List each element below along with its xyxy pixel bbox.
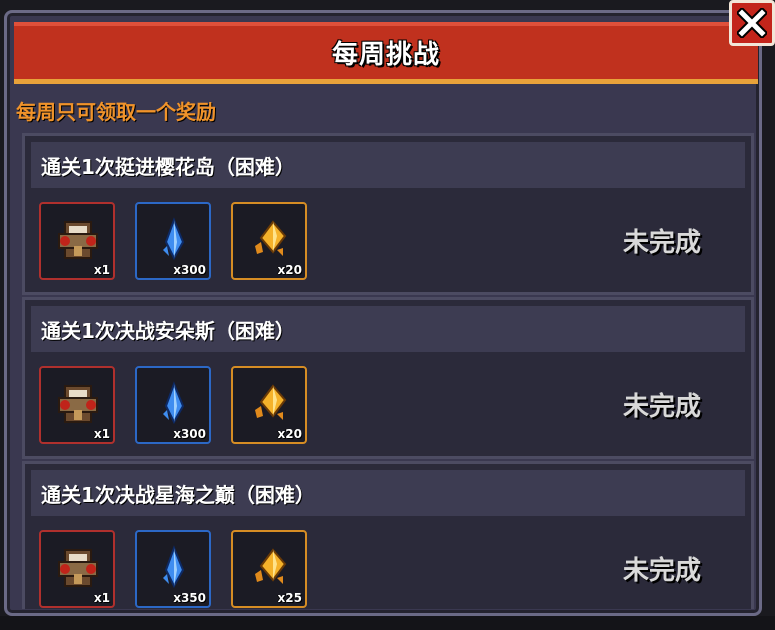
reward-slot[interactable]: x300 (135, 366, 211, 444)
status-label: 未完成 (622, 228, 701, 258)
reward-qty: x350 (173, 591, 206, 605)
reward-qty: x1 (93, 591, 110, 605)
notice-text: 每周只可领取一个奖励 (16, 100, 216, 124)
status-label: 未完成 (622, 556, 701, 586)
gold-crystal-icon (255, 384, 287, 420)
challenge-list[interactable]: 通关1次挺进樱花岛（困难） x1 x300 x20 未完成 通关1次决战安朵斯（… (22, 133, 754, 609)
dialog-title: 每周挑战 (331, 40, 440, 70)
reward-slot[interactable]: x300 (135, 202, 211, 280)
blue-gem-icon (163, 217, 185, 261)
status-label: 未完成 (622, 392, 701, 422)
close-button[interactable] (729, 0, 775, 46)
material-chest-icon (58, 549, 98, 587)
challenge-title: 通关1次挺进樱花岛（困难） (31, 142, 745, 188)
material-chest-icon (58, 385, 98, 423)
challenge-title: 通关1次决战安朵斯（困难） (31, 306, 745, 352)
reward-slot[interactable]: x20 (231, 366, 307, 444)
title-bar: 每周挑战 (14, 22, 758, 84)
reward-slot[interactable]: x1 (39, 366, 115, 444)
blue-gem-icon (163, 545, 185, 589)
reward-qty: x1 (93, 263, 110, 277)
reward-slot[interactable]: x20 (231, 202, 307, 280)
reward-qty: x20 (277, 427, 302, 441)
material-chest-icon (58, 221, 98, 259)
reward-slot[interactable]: x25 (231, 530, 307, 608)
reward-qty: x25 (277, 591, 302, 605)
reward-slot[interactable]: x350 (135, 530, 211, 608)
background-strip (0, 616, 775, 630)
reward-qty: x300 (173, 263, 206, 277)
reward-slot[interactable]: x1 (39, 202, 115, 280)
challenge-card: 通关1次决战安朵斯（困难） x1 x300 x20 未完成 (22, 297, 754, 459)
challenge-title: 通关1次决战星海之巅（困难） (31, 470, 745, 516)
reward-qty: x300 (173, 427, 206, 441)
gold-crystal-icon (255, 220, 287, 256)
challenge-card: 通关1次决战星海之巅（困难） x1 x350 x25 未完成 (22, 461, 754, 609)
reward-slot[interactable]: x1 (39, 530, 115, 608)
reward-qty: x20 (277, 263, 302, 277)
gold-crystal-icon (255, 548, 287, 584)
close-icon (737, 8, 767, 38)
reward-qty: x1 (93, 427, 110, 441)
challenge-card: 通关1次挺进樱花岛（困难） x1 x300 x20 未完成 (22, 133, 754, 295)
blue-gem-icon (163, 381, 185, 425)
